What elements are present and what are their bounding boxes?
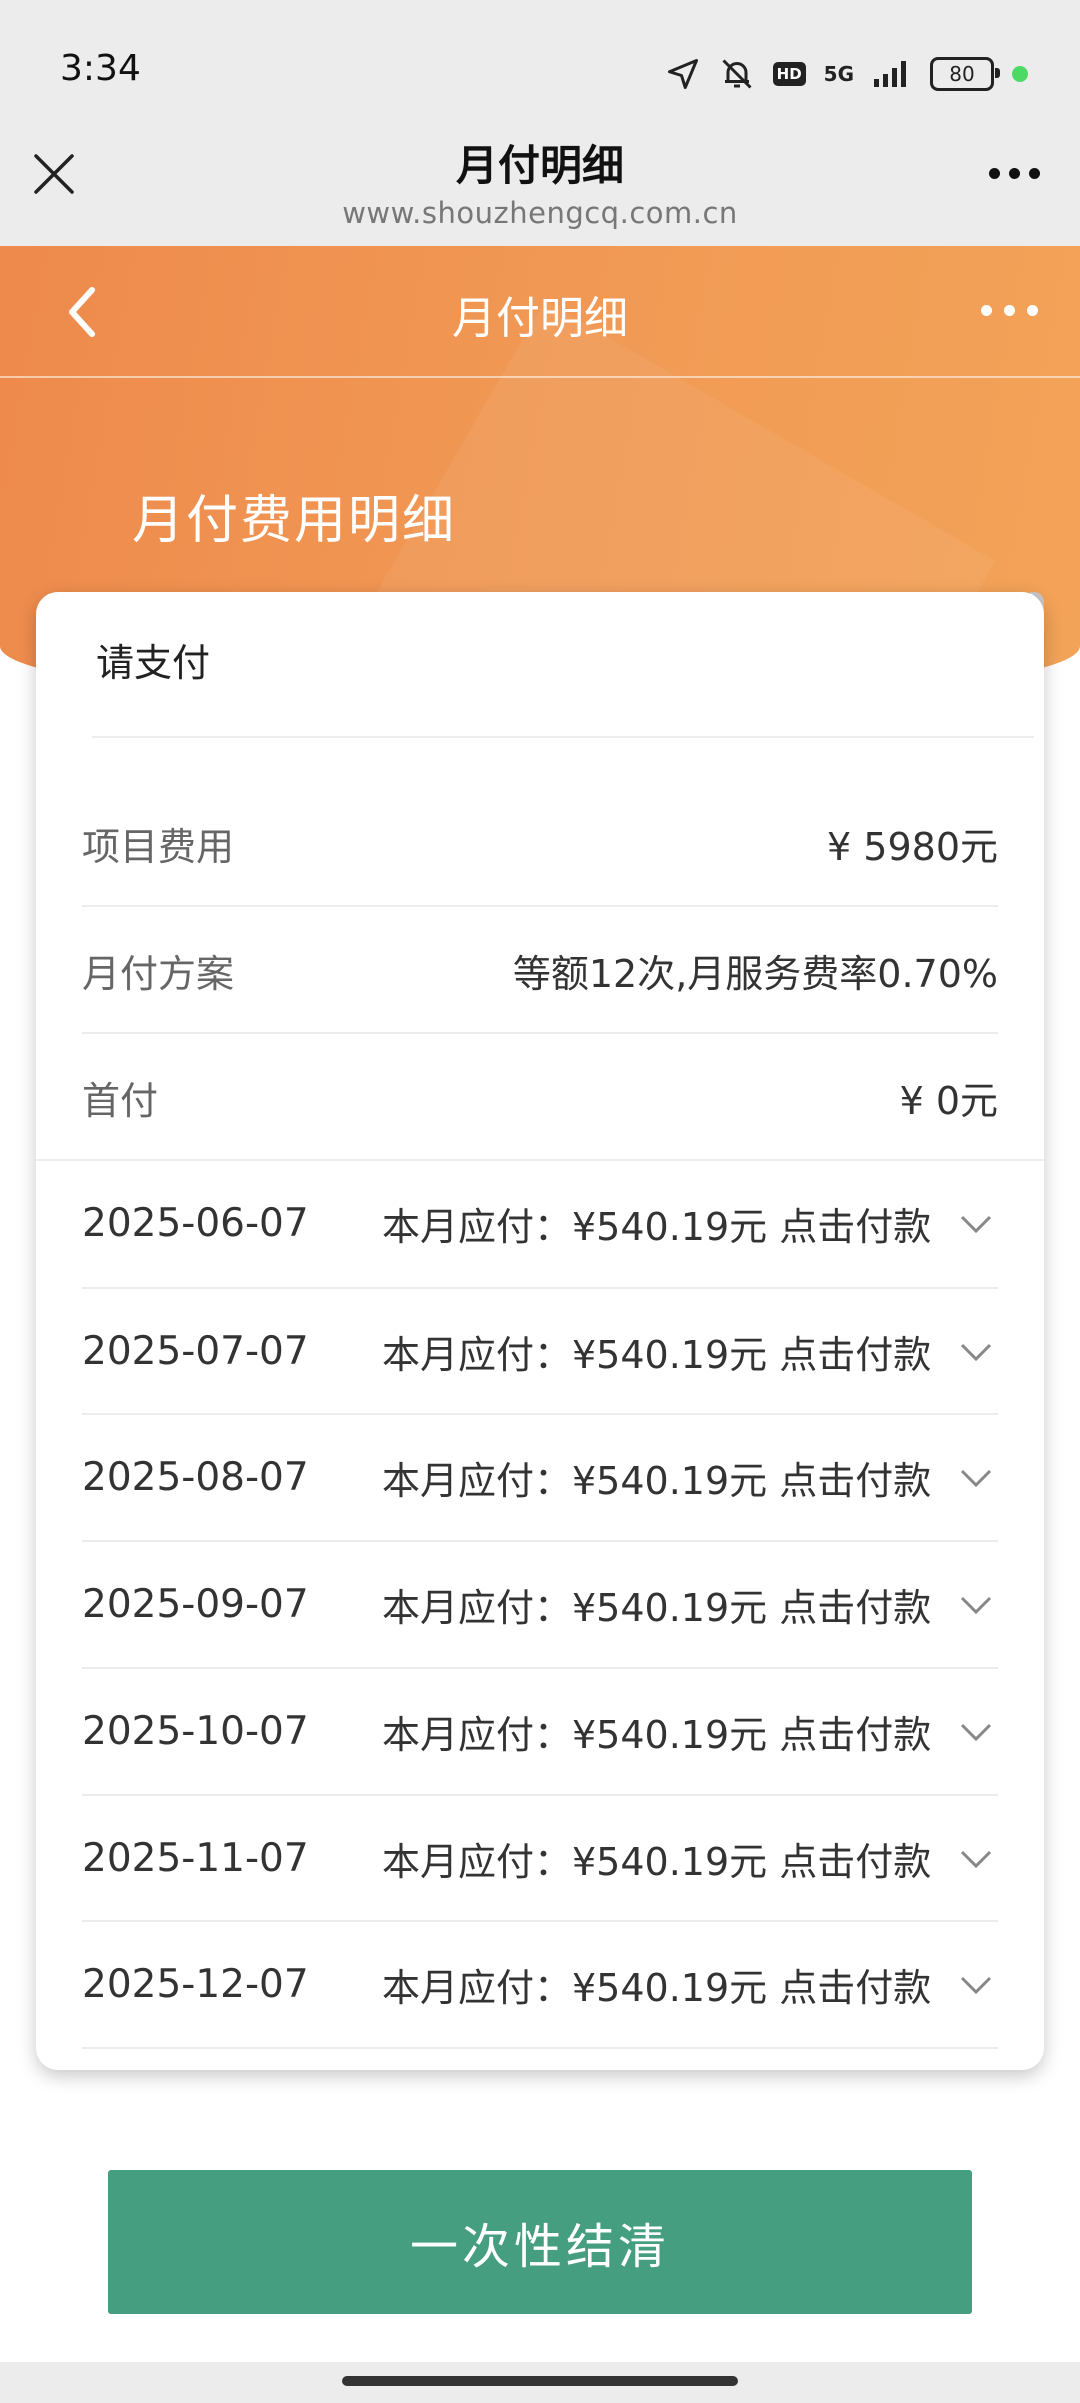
chevron-down-icon[interactable] (954, 1837, 998, 1881)
nav-more-icon[interactable] (981, 305, 1038, 316)
chevron-down-icon[interactable] (954, 1583, 998, 1627)
chevron-down-icon[interactable] (954, 1330, 998, 1374)
home-indicator[interactable] (342, 2376, 738, 2386)
info-value: ¥ 5980元 (827, 824, 998, 869)
chevron-down-icon[interactable] (954, 1710, 998, 1754)
webview-url: www.shouzhengcq.com.cn (342, 196, 738, 230)
battery-icon: 80 (930, 57, 1000, 91)
section-title: 月付费用明细 (132, 491, 457, 551)
payment-date: 2025-10-07 (82, 1709, 309, 1754)
info-row-project-fee: 项目费用 ¥ 5980元 (82, 780, 998, 906)
battery-level: 80 (949, 62, 975, 86)
info-value: 等额12次,月服务费率0.70% (512, 951, 998, 996)
card-header-divider (92, 736, 1034, 738)
active-dot-icon (1012, 66, 1028, 82)
location-icon (667, 59, 698, 89)
row-divider (82, 2047, 998, 2049)
card-header: 请支付 (96, 641, 211, 685)
payment-row[interactable]: 2025-06-07 本月应付：¥540.19元 点击付款 (82, 1160, 998, 1287)
payment-row[interactable]: 2025-09-07 本月应付：¥540.19元 点击付款 (82, 1541, 998, 1668)
payment-due-link[interactable]: 本月应付：¥540.19元 点击付款 (382, 1831, 944, 1886)
payment-due-link[interactable]: 本月应付：¥540.19元 点击付款 (382, 1450, 944, 1505)
payment-row[interactable]: 2025-10-07 本月应付：¥540.19元 点击付款 (82, 1668, 998, 1795)
info-label: 首付 (82, 1078, 159, 1123)
payment-due-link[interactable]: 本月应付：¥540.19元 点击付款 (382, 1196, 944, 1251)
bell-muted-icon (722, 59, 752, 89)
status-icons: HD 5G 80 (665, 52, 1028, 96)
info-label: 项目费用 (82, 824, 235, 869)
payment-date: 2025-09-07 (82, 1582, 309, 1627)
chevron-down-icon[interactable] (954, 1456, 998, 1500)
chevron-down-icon[interactable] (954, 1202, 998, 1246)
network-type: 5G (823, 62, 854, 86)
info-row-down-payment: 首付 ¥ 0元 (82, 1034, 998, 1160)
payment-due-link[interactable]: 本月应付：¥540.19元 点击付款 (382, 1957, 944, 2012)
status-time: 3:34 (60, 48, 141, 89)
info-row-plan: 月付方案 等额12次,月服务费率0.70% (82, 907, 998, 1033)
chevron-down-icon[interactable] (954, 1963, 998, 2007)
info-value: ¥ 0元 (899, 1078, 998, 1123)
info-label: 月付方案 (82, 951, 235, 996)
nav-divider (0, 376, 1080, 378)
signal-icon (874, 61, 906, 87)
payment-due-link[interactable]: 本月应付：¥540.19元 点击付款 (382, 1704, 944, 1759)
payment-date: 2025-08-07 (82, 1455, 309, 1500)
hd-badge: HD (772, 62, 806, 86)
payment-date: 2025-12-07 (82, 1962, 309, 2007)
payment-row[interactable]: 2025-12-07 本月应付：¥540.19元 点击付款 (82, 1921, 998, 2048)
payment-due-link[interactable]: 本月应付：¥540.19元 点击付款 (382, 1577, 944, 1632)
webview-more-icon[interactable] (989, 168, 1040, 179)
pay-all-button[interactable]: 一次性结清 (108, 2170, 972, 2314)
payment-date: 2025-06-07 (82, 1201, 309, 1246)
payment-row[interactable]: 2025-11-07 本月应付：¥540.19元 点击付款 (82, 1795, 998, 1922)
webview-title: 月付明细 (455, 141, 624, 190)
payment-date: 2025-07-07 (82, 1329, 309, 1374)
payment-due-link[interactable]: 本月应付：¥540.19元 点击付款 (382, 1324, 944, 1379)
payment-date: 2025-11-07 (82, 1836, 309, 1881)
nav-title: 月付明细 (452, 293, 628, 344)
payment-row[interactable]: 2025-07-07 本月应付：¥540.19元 点击付款 (82, 1288, 998, 1415)
payment-row[interactable]: 2025-08-07 本月应付：¥540.19元 点击付款 (82, 1414, 998, 1541)
